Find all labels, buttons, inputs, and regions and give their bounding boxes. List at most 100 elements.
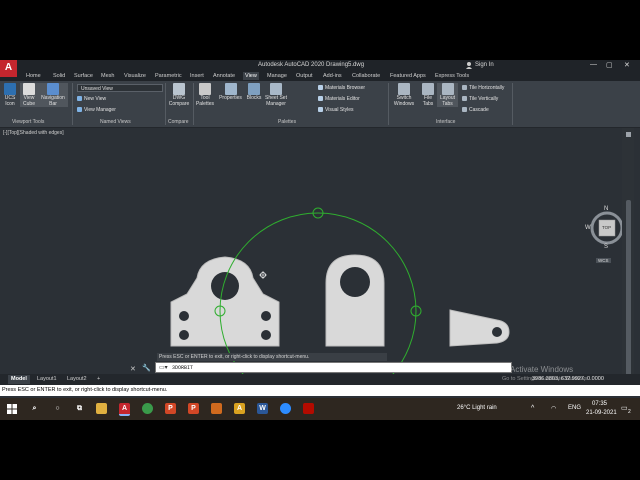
tab-manage[interactable]: Manage [265, 72, 289, 80]
maximize-button[interactable]: ▢ [606, 61, 613, 69]
tab-surface[interactable]: Surface [72, 72, 95, 80]
tab-visualize[interactable]: Visualize [122, 72, 148, 80]
command-input-text[interactable]: 3DORBIT [172, 365, 193, 371]
tab-model[interactable]: Model [8, 375, 30, 384]
bracket-hole-top-right [261, 311, 271, 321]
viewport-close-icon[interactable] [626, 132, 631, 137]
weather-widget[interactable]: 26°C Light rain [457, 405, 497, 411]
zoom-icon[interactable] [280, 403, 291, 414]
sign-in-link[interactable]: Sign In [475, 62, 494, 68]
tab-insert[interactable]: Insert [188, 72, 206, 80]
switch-windows-label: Switch Windows [393, 95, 415, 107]
materials-browser-button[interactable]: Materials Browser [318, 85, 365, 91]
tab-layout2[interactable]: Layout2 [64, 375, 90, 384]
autocad-taskbar-icon[interactable]: A [119, 403, 130, 416]
tab-collaborate[interactable]: Collaborate [350, 72, 382, 80]
cortana-icon[interactable]: ○ [52, 403, 63, 414]
compass-south[interactable]: S [604, 244, 608, 250]
switch-windows-button[interactable]: Switch Windows [391, 83, 417, 107]
named-view-dropdown[interactable]: Unsaved View [77, 84, 163, 92]
dwg-compare-button[interactable]: DWG Compare [167, 83, 191, 107]
ucs-icon-button[interactable]: UCS Icon [2, 83, 18, 107]
palettes-label[interactable]: Palettes [278, 119, 296, 125]
bracket-large-hole [211, 272, 239, 300]
tab-output[interactable]: Output [294, 72, 315, 80]
status-message: Press ESC or ENTER to exit, or right-cli… [0, 385, 640, 396]
windows-start-icon[interactable] [7, 404, 17, 414]
notification-icon[interactable]: ▭ [621, 404, 628, 412]
scrollbar-thumb[interactable] [626, 200, 631, 380]
layout-tabs-label: Layout Tabs [439, 95, 455, 107]
tab-featured-apps[interactable]: Featured Apps [388, 72, 428, 80]
tab-solid[interactable]: Solid [51, 72, 67, 80]
tray-chevron-icon[interactable]: ^ [531, 405, 534, 412]
dwg-compare-icon [173, 83, 185, 95]
compass-west[interactable]: W [585, 225, 591, 231]
compass-north[interactable]: N [604, 206, 608, 212]
materials-browser-label: Materials Browser [325, 85, 366, 91]
wcs-menu[interactable]: WCS [596, 258, 611, 263]
search-icon[interactable]: ⌕ [29, 403, 40, 414]
file-explorer-icon[interactable] [96, 403, 107, 414]
clock-date[interactable]: 21-09-2021 [586, 410, 617, 416]
drawing-viewport[interactable]: [-][Top][Shaded with edges] N S W TOP WC… [0, 128, 628, 375]
new-view-button[interactable]: New View [77, 96, 106, 102]
autocad-window: Autodesk AutoCAD 2020 Drawing5.dwg Sign … [0, 60, 640, 420]
word-icon[interactable]: W [257, 403, 268, 414]
task-view-icon[interactable]: ⧉ [74, 403, 85, 414]
interface-label[interactable]: Interface [436, 119, 455, 125]
autocad-lt-icon[interactable]: A [234, 403, 245, 414]
command-customize-icon[interactable]: 🔧 [142, 364, 151, 372]
powerpoint-icon[interactable]: P [165, 403, 176, 414]
tab-express-tools[interactable]: Express Tools [433, 72, 471, 80]
sheet-set-manager-button[interactable]: Sheet Set Manager [263, 83, 289, 107]
tab-annotate[interactable]: Annotate [211, 72, 237, 80]
tab-view[interactable]: View [243, 72, 259, 80]
view-manager-button[interactable]: View Manager [77, 107, 116, 113]
named-views-label[interactable]: Named Views [100, 119, 131, 125]
panel-divider [165, 83, 166, 125]
file-tabs-button[interactable]: File Tabs [419, 83, 437, 107]
tab-mesh[interactable]: Mesh [99, 72, 116, 80]
tab-layout1[interactable]: Layout1 [34, 375, 60, 384]
blocks-button[interactable]: Blocks [245, 83, 263, 102]
viewport-tools-label[interactable]: Viewport Tools [12, 119, 44, 125]
tile-vertically-button[interactable]: Tile Vertically [462, 96, 498, 102]
chrome-icon[interactable] [142, 403, 153, 414]
view-cube-button[interactable]: View Cube [20, 83, 38, 107]
viewcube-top-face[interactable]: TOP [602, 225, 611, 230]
visual-styles-label: Visual Styles [325, 107, 354, 113]
minimize-button[interactable]: — [590, 61, 597, 68]
powerpoint-icon-2[interactable]: P [188, 403, 199, 414]
clock-time[interactable]: 07:35 [592, 401, 607, 407]
materials-editor-button[interactable]: Materials Editor [318, 96, 360, 102]
language-indicator[interactable]: ENG [568, 405, 581, 411]
close-button[interactable]: ✕ [624, 61, 630, 69]
letterbox-top [0, 0, 640, 60]
layout-tabs-button[interactable]: Layout Tabs [437, 83, 458, 107]
visual-styles-button[interactable]: Visual Styles [318, 107, 354, 113]
navigation-bar-button[interactable]: Navigation Bar [38, 83, 68, 107]
view-manager-label: View Manager [84, 107, 116, 113]
add-layout-button[interactable]: + [94, 375, 103, 384]
ucs-icon [4, 83, 16, 95]
tool-palettes-button[interactable]: Tool Palettes [194, 83, 216, 107]
tile-horizontally-label: Tile Horizontally [469, 85, 505, 91]
command-line-input[interactable]: ▭▾ 3DORBIT [155, 362, 512, 373]
acrobat-icon[interactable] [303, 403, 314, 414]
tab-home[interactable]: Home [24, 72, 43, 80]
wifi-icon[interactable]: ◠ [551, 405, 556, 412]
tile-horizontally-button[interactable]: Tile Horizontally [462, 85, 504, 91]
tile-vertically-icon [462, 96, 467, 102]
cascade-button[interactable]: Cascade [462, 107, 489, 113]
paint-icon[interactable] [211, 403, 222, 414]
lever-part-right[interactable] [449, 309, 510, 347]
autocad-logo-button[interactable]: A [0, 60, 17, 77]
tab-parametric[interactable]: Parametric [153, 72, 184, 80]
tab-add-ins[interactable]: Add-ins [321, 72, 344, 80]
command-close-icon[interactable]: ✕ [130, 365, 136, 373]
orbit-cursor-icon [259, 271, 267, 279]
coordinate-readout[interactable]: 3986.3803, 632.9927, 0.0000 [532, 376, 604, 382]
file-tabs-icon [422, 83, 434, 95]
properties-button[interactable]: Properties [217, 83, 244, 102]
